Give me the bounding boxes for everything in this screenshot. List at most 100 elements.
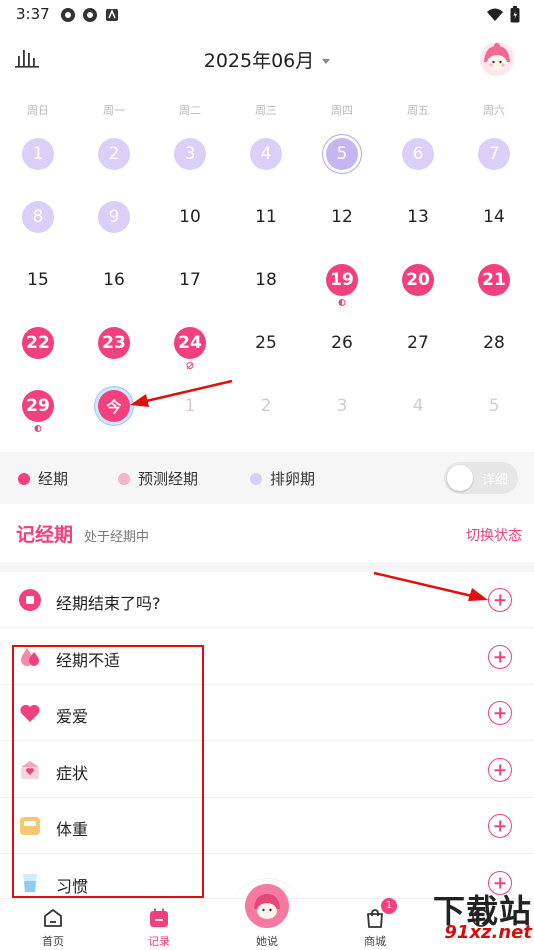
calendar-day[interactable]: 7 bbox=[456, 122, 532, 185]
day-number: 12 bbox=[331, 207, 353, 227]
calendar-day[interactable]: 3 bbox=[152, 122, 228, 185]
calendar-icon bbox=[150, 908, 168, 927]
talk-center-button[interactable] bbox=[245, 884, 289, 928]
day-number: 21 bbox=[478, 264, 510, 296]
day-number: 今 bbox=[98, 390, 130, 422]
stop-icon bbox=[19, 589, 41, 611]
calendar-day[interactable]: 15 bbox=[0, 248, 76, 311]
calendar-day[interactable]: 2 bbox=[228, 374, 304, 437]
calendar-day[interactable]: 3 bbox=[304, 374, 380, 437]
switch-status-button[interactable]: 切换状态 bbox=[466, 525, 522, 545]
calendar-day[interactable]: 10 bbox=[152, 185, 228, 248]
calendar-day[interactable]: 1 bbox=[0, 122, 76, 185]
calendar-day[interactable]: 8 bbox=[0, 185, 76, 248]
calendar-day[interactable]: 4 bbox=[380, 374, 456, 437]
day-number: 25 bbox=[255, 333, 277, 353]
calendar-day[interactable]: 21 bbox=[456, 248, 532, 311]
calendar-day[interactable]: 2 bbox=[76, 122, 152, 185]
day-number: 17 bbox=[179, 270, 201, 290]
day-number: 15 bbox=[27, 270, 49, 290]
day-number: 11 bbox=[255, 207, 277, 227]
day-number: 13 bbox=[407, 207, 429, 227]
toggle-knob bbox=[447, 465, 473, 491]
status-bar: 3:37 bbox=[0, 0, 534, 30]
day-number: 16 bbox=[103, 270, 125, 290]
detail-toggle[interactable]: 详细 bbox=[444, 462, 518, 494]
add-icon[interactable] bbox=[488, 814, 512, 838]
predicted-dot-icon bbox=[118, 472, 130, 485]
caret-down-icon bbox=[322, 59, 331, 64]
day-number: 10 bbox=[179, 207, 201, 227]
calendar-day[interactable]: 5 bbox=[304, 122, 380, 185]
nav-record[interactable]: 记录 bbox=[106, 899, 212, 950]
toggle-label: 详细 bbox=[481, 473, 508, 488]
row-label: 经期结束了吗? bbox=[56, 594, 161, 613]
nav-home[interactable]: 首页 bbox=[0, 899, 106, 950]
add-icon[interactable] bbox=[488, 701, 512, 725]
day-number: 26 bbox=[331, 333, 353, 353]
calendar-day[interactable]: 20 bbox=[380, 248, 456, 311]
calendar-day[interactable]: 29 bbox=[0, 374, 76, 437]
record-mark-icon bbox=[338, 299, 346, 306]
app-header: 2025年06月 bbox=[0, 36, 534, 82]
calendar-day[interactable]: 28 bbox=[456, 311, 532, 374]
add-icon[interactable] bbox=[488, 588, 512, 612]
record-section-header: 记经期 处于经期中 切换状态 bbox=[0, 506, 534, 562]
calendar-day[interactable]: 14 bbox=[456, 185, 532, 248]
calendar-day[interactable]: 17 bbox=[152, 248, 228, 311]
day-number: 19 bbox=[326, 264, 358, 296]
weekday-label: 周一 bbox=[103, 104, 125, 117]
calendar-day[interactable]: 6 bbox=[380, 122, 456, 185]
legend-label: 预测经期 bbox=[138, 470, 199, 488]
weekday-label: 周三 bbox=[255, 104, 277, 117]
calendar-day[interactable]: 18 bbox=[228, 248, 304, 311]
day-number: 23 bbox=[98, 327, 130, 359]
day-number: 22 bbox=[22, 327, 54, 359]
calendar-grid: 1 2 3 4 5 6 7 8 9 10 11 12 13 14 15 16 1… bbox=[0, 122, 534, 452]
calendar-day[interactable]: 24 bbox=[152, 311, 228, 374]
record-mark-icon bbox=[186, 362, 194, 369]
calendar-day[interactable]: 9 bbox=[76, 185, 152, 248]
calendar-day[interactable]: 5 bbox=[456, 374, 532, 437]
day-number: 4 bbox=[412, 396, 424, 416]
legend-ovulation: 排卵期 bbox=[250, 468, 315, 489]
day-number: 2 bbox=[260, 396, 272, 416]
add-icon[interactable] bbox=[488, 645, 512, 669]
annotation-arrow bbox=[130, 379, 233, 407]
record-mark-icon bbox=[34, 425, 42, 432]
annotation-arrow bbox=[373, 571, 488, 601]
calendar-day[interactable]: 27 bbox=[380, 311, 456, 374]
weekday-label: 周六 bbox=[483, 104, 505, 117]
month-selector[interactable]: 2025年06月 bbox=[0, 46, 534, 73]
calendar-day[interactable]: 23 bbox=[76, 311, 152, 374]
day-number: 27 bbox=[407, 333, 429, 353]
day-number: 5 bbox=[326, 138, 358, 170]
day-number: 9 bbox=[98, 201, 130, 233]
add-icon[interactable] bbox=[488, 758, 512, 782]
calendar-day[interactable]: 4 bbox=[228, 122, 304, 185]
legend-label: 经期 bbox=[38, 470, 69, 488]
calendar-day[interactable]: 12 bbox=[304, 185, 380, 248]
legend-bar: 经期 预测经期 排卵期 详细 bbox=[0, 452, 534, 504]
avatar[interactable] bbox=[480, 42, 514, 76]
calendar-day[interactable]: 16 bbox=[76, 248, 152, 311]
day-number: 6 bbox=[402, 138, 434, 170]
calendar-day[interactable]: 22 bbox=[0, 311, 76, 374]
ovulation-dot-icon bbox=[250, 472, 262, 485]
home-icon bbox=[44, 909, 62, 927]
watermark-url: 91xz.net bbox=[444, 922, 532, 943]
month-title: 2025年06月 bbox=[203, 50, 315, 72]
wifi-icon bbox=[487, 8, 503, 21]
calendar-day[interactable]: 13 bbox=[380, 185, 456, 248]
legend-predicted: 预测经期 bbox=[118, 468, 198, 489]
annotation-box bbox=[12, 645, 204, 898]
calendar-day[interactable]: 26 bbox=[304, 311, 380, 374]
calendar-day[interactable]: 19 bbox=[304, 248, 380, 311]
day-number: 20 bbox=[402, 264, 434, 296]
app-notification-icon bbox=[61, 8, 75, 22]
calendar-day[interactable]: 11 bbox=[228, 185, 304, 248]
nav-label: 记录 bbox=[148, 935, 170, 948]
calendar-day[interactable]: 25 bbox=[228, 311, 304, 374]
day-number: 4 bbox=[250, 138, 282, 170]
site-watermark: 下载站 91xz.net bbox=[356, 886, 532, 950]
